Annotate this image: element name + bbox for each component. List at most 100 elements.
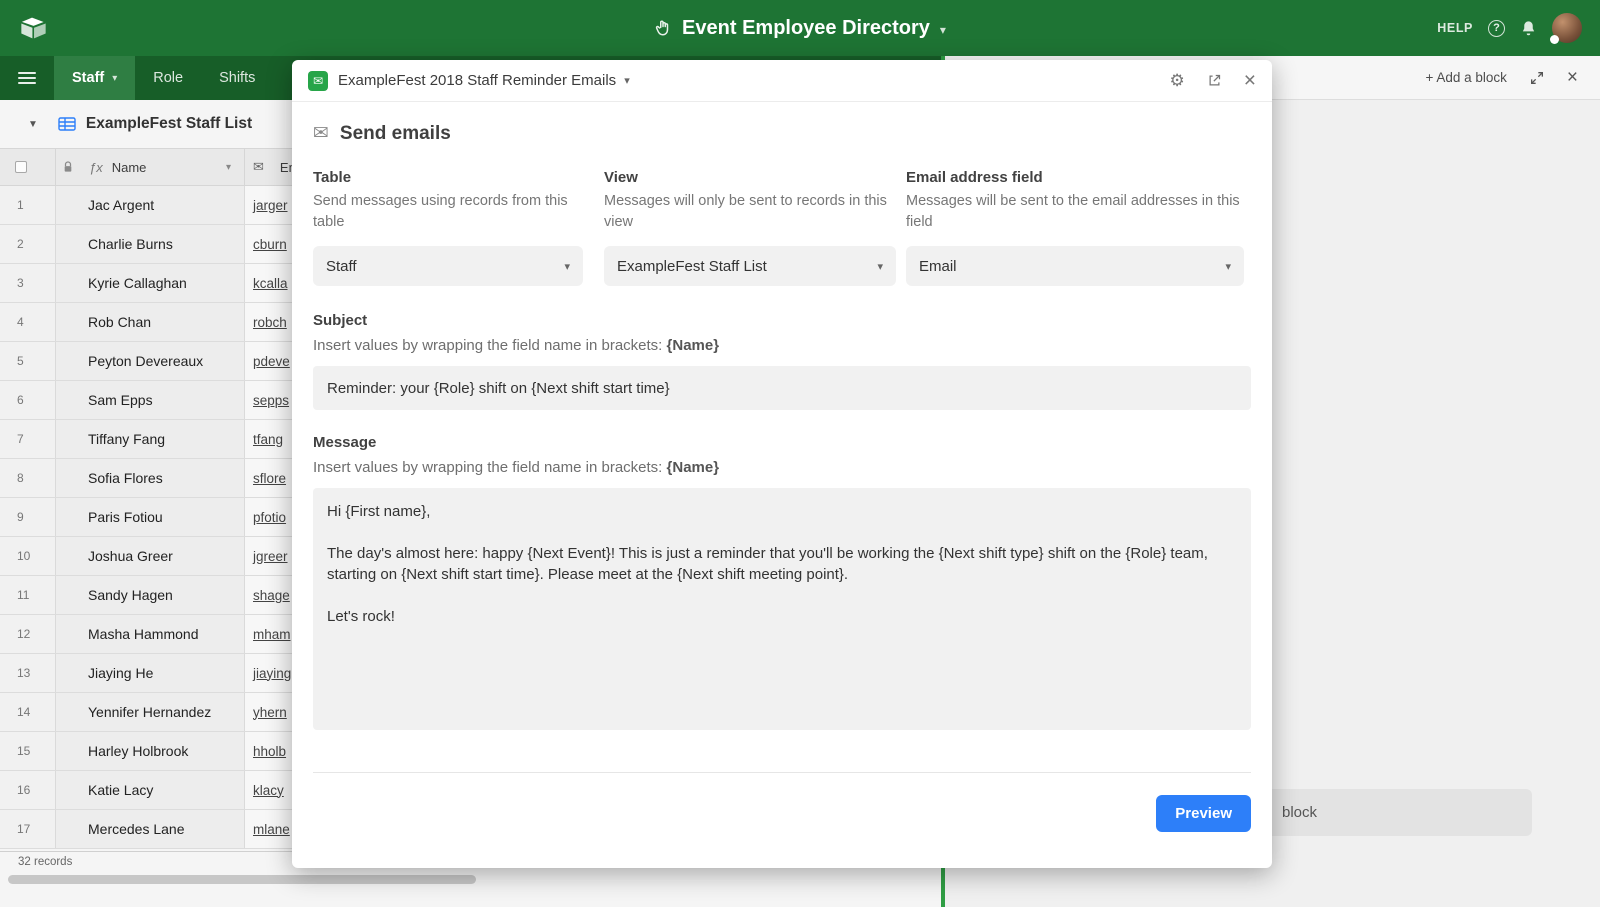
name-cell[interactable]: Masha Hammond — [56, 615, 245, 653]
row-number-cell[interactable]: 1 — [0, 186, 56, 224]
email-link[interactable]: kcalla — [253, 276, 288, 291]
name-value: Sam Epps — [88, 392, 153, 408]
name-cell[interactable]: Joshua Greer — [56, 537, 245, 575]
hamburger-menu-icon[interactable] — [18, 56, 36, 100]
name-value: Rob Chan — [88, 314, 152, 330]
send-emails-heading: ✉ Send emails — [313, 122, 1251, 145]
row-number-cell[interactable]: 4 — [0, 303, 56, 341]
email-link[interactable]: jiaying — [253, 666, 291, 681]
name-cell[interactable]: Rob Chan — [56, 303, 245, 341]
open-in-new-icon[interactable] — [1207, 73, 1222, 88]
view-field-group: View Messages will only be sent to recor… — [604, 169, 896, 287]
base-title-group[interactable]: Event Employee Directory ▾ — [0, 0, 1600, 56]
row-number-cell[interactable]: 2 — [0, 225, 56, 263]
subject-input[interactable]: Reminder: your {Role} shift on {Next shi… — [313, 366, 1251, 411]
email-link[interactable]: hholb — [253, 744, 286, 759]
email-link[interactable]: klacy — [253, 783, 284, 798]
select-all-checkbox[interactable] — [15, 161, 27, 173]
name-cell[interactable]: Charlie Burns — [56, 225, 245, 263]
add-block-button[interactable]: + Add a block — [1425, 70, 1506, 85]
name-cell[interactable]: Peyton Devereaux — [56, 342, 245, 380]
email-link[interactable]: sepps — [253, 393, 289, 408]
email-link[interactable]: robch — [253, 315, 287, 330]
name-cell[interactable]: Jac Argent — [56, 186, 245, 224]
email-link[interactable]: pfotio — [253, 510, 286, 525]
row-number-cell[interactable]: 11 — [0, 576, 56, 614]
email-link[interactable]: mham — [253, 627, 291, 642]
horizontal-scrollbar[interactable] — [8, 875, 476, 884]
email-link[interactable]: cburn — [253, 237, 287, 252]
row-number: 16 — [17, 783, 31, 797]
row-number-cell[interactable]: 3 — [0, 264, 56, 302]
name-value: Sandy Hagen — [88, 587, 173, 603]
view-select[interactable]: ExampleFest Staff List ▾ — [604, 246, 896, 287]
bell-icon[interactable] — [1520, 20, 1537, 37]
name-cell[interactable]: Kyrie Callaghan — [56, 264, 245, 302]
name-cell[interactable]: Yennifer Hernandez — [56, 693, 245, 731]
email-link[interactable]: sflore — [253, 471, 286, 486]
row-number-cell[interactable]: 12 — [0, 615, 56, 653]
table-field-label: Table — [313, 169, 352, 186]
email-link[interactable]: shage — [253, 588, 290, 603]
name-cell[interactable]: Mercedes Lane — [56, 810, 245, 848]
email-link[interactable]: pdeve — [253, 354, 290, 369]
collapse-view-icon[interactable]: ▼ — [28, 119, 38, 130]
row-number-cell[interactable]: 14 — [0, 693, 56, 731]
tab-shifts[interactable]: Shifts — [201, 56, 273, 100]
row-number-cell[interactable]: 15 — [0, 732, 56, 770]
name-cell[interactable]: Sam Epps — [56, 381, 245, 419]
name-cell[interactable]: Paris Fotiou — [56, 498, 245, 536]
message-textarea[interactable]: Hi {First name}, The day's almost here: … — [313, 488, 1251, 731]
name-value: Sofia Flores — [88, 470, 163, 486]
row-number: 2 — [17, 237, 24, 251]
view-title[interactable]: ExampleFest Staff List — [86, 115, 252, 133]
close-panel-icon[interactable]: × — [1567, 68, 1578, 87]
row-number-cell[interactable]: 9 — [0, 498, 56, 536]
chevron-down-icon[interactable]: ▾ — [226, 162, 231, 173]
avatar[interactable] — [1550, 13, 1582, 44]
view-field-label: View — [604, 169, 638, 186]
tab-staff[interactable]: Staff ▾ — [54, 56, 136, 100]
row-number-cell[interactable]: 16 — [0, 771, 56, 809]
name-column-header[interactable]: ƒx Name ▾ — [56, 149, 245, 185]
row-number-cell[interactable]: 17 — [0, 810, 56, 848]
close-icon[interactable]: × — [1244, 70, 1256, 91]
row-number: 13 — [17, 666, 31, 680]
email-link[interactable]: mlane — [253, 822, 290, 837]
add-block-stub[interactable]: block — [1258, 789, 1532, 836]
row-number-cell[interactable]: 10 — [0, 537, 56, 575]
email-link[interactable]: jgreer — [253, 549, 288, 564]
help-button[interactable]: HELP — [1437, 21, 1473, 35]
name-cell[interactable]: Sandy Hagen — [56, 576, 245, 614]
name-cell[interactable]: Tiffany Fang — [56, 420, 245, 458]
email-field-description: Messages will be sent to the email addre… — [906, 193, 1240, 231]
preview-button[interactable]: Preview — [1156, 795, 1251, 833]
name-cell[interactable]: Katie Lacy — [56, 771, 245, 809]
send-emails-block-modal: ✉ ExampleFest 2018 Staff Reminder Emails… — [292, 60, 1272, 868]
message-section: Message Insert values by wrapping the fi… — [313, 434, 1251, 731]
help-question-icon[interactable]: ? — [1488, 19, 1505, 37]
email-link[interactable]: tfang — [253, 432, 283, 447]
row-number-cell[interactable]: 13 — [0, 654, 56, 692]
chevron-down-icon[interactable]: ▾ — [624, 74, 630, 87]
expand-icon[interactable] — [1529, 70, 1545, 86]
view-field-description: Messages will only be sent to records in… — [604, 193, 887, 231]
row-number-cell[interactable]: 8 — [0, 459, 56, 497]
email-field-select[interactable]: Email ▾ — [906, 246, 1244, 287]
table-select[interactable]: Staff ▾ — [313, 246, 583, 287]
name-value: Tiffany Fang — [88, 431, 166, 447]
row-number-cell[interactable]: 6 — [0, 381, 56, 419]
base-title: Event Employee Directory — [682, 16, 930, 39]
email-link[interactable]: yhern — [253, 705, 287, 720]
name-cell[interactable]: Jiaying He — [56, 654, 245, 692]
name-cell[interactable]: Harley Holbrook — [56, 732, 245, 770]
gear-icon[interactable]: ⚙ — [1169, 72, 1184, 89]
row-number: 1 — [17, 198, 24, 212]
tab-role[interactable]: Role — [135, 56, 201, 100]
table-field-description: Send messages using records from this ta… — [313, 193, 568, 231]
name-cell[interactable]: Sofia Flores — [56, 459, 245, 497]
block-title[interactable]: ExampleFest 2018 Staff Reminder Emails — [338, 72, 616, 89]
row-number-cell[interactable]: 7 — [0, 420, 56, 458]
row-number-cell[interactable]: 5 — [0, 342, 56, 380]
email-link[interactable]: jarger — [253, 198, 288, 213]
